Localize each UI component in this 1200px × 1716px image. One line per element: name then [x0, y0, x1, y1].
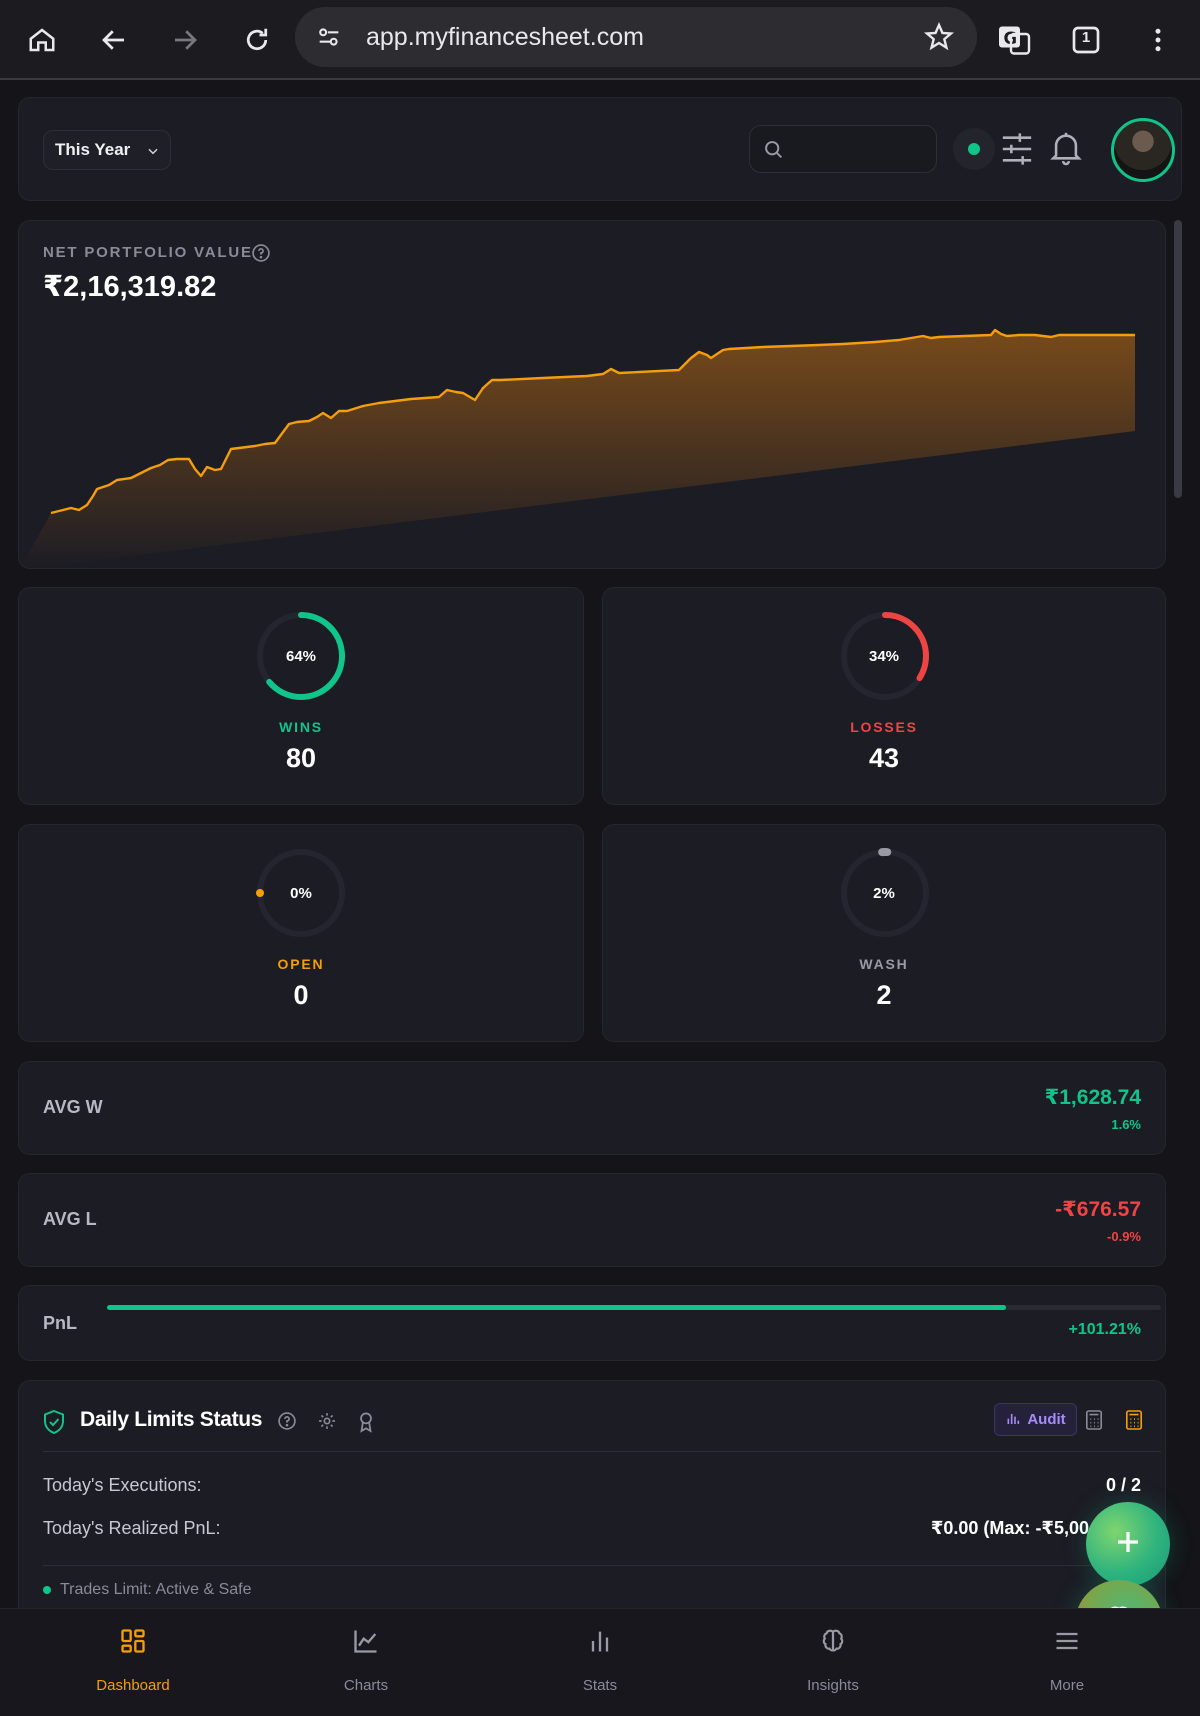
search-input[interactable]: [749, 125, 937, 173]
stats-icon: [586, 1627, 614, 1660]
bar-chart-icon: [1005, 1410, 1021, 1430]
filter-sliders-icon[interactable]: [1000, 130, 1034, 173]
open-pct: 0%: [290, 885, 312, 902]
portfolio-area: [19, 330, 1135, 570]
menu-icon: [1053, 1627, 1081, 1660]
period-select[interactable]: This Year: [43, 130, 171, 170]
realized-pnl-value: ₹0.00 (Max: -₹5,00: [930, 1518, 1089, 1538]
bookmark-star-icon[interactable]: [923, 21, 955, 58]
browser-toolbar: app.myfinancesheet.com G 1: [0, 0, 1200, 80]
status-dot: [968, 143, 980, 155]
wash-pct: 2%: [873, 885, 895, 902]
losses-label: LOSSES: [850, 719, 918, 735]
executions-label: Today's Executions:: [43, 1475, 202, 1495]
nav-stats[interactable]: Stats: [520, 1609, 680, 1716]
avg-win-label: AVG W: [43, 1097, 103, 1117]
plus-icon: [1113, 1527, 1143, 1562]
losses-value: 43: [868, 743, 900, 773]
calculator-icon[interactable]: [1085, 1409, 1103, 1436]
gear-icon[interactable]: [317, 1411, 337, 1436]
losses-pct: 34%: [868, 648, 900, 665]
nav-charts[interactable]: Charts: [286, 1609, 446, 1716]
audit-label: Audit: [1027, 1411, 1066, 1428]
help-icon[interactable]: [277, 1411, 297, 1436]
nav-label: More: [1049, 1677, 1085, 1694]
nav-dashboard[interactable]: Dashboard: [53, 1609, 213, 1716]
reload-icon[interactable]: [235, 18, 279, 62]
tab-switcher-icon[interactable]: 1: [1064, 18, 1108, 62]
period-select-label: This Year: [55, 140, 131, 159]
scrollbar-thumb[interactable]: [1174, 220, 1182, 498]
avg-loss-row: AVG L -₹676.57 -0.9%: [18, 1173, 1166, 1267]
search-icon: [763, 139, 784, 165]
pnl-label: PnL: [43, 1313, 77, 1333]
wins-pct: 64%: [285, 648, 317, 665]
avg-win-row: AVG W ₹1,628.74 1.6%: [18, 1061, 1166, 1155]
translate-icon[interactable]: G: [992, 18, 1036, 62]
avg-loss-amount: -₹676.57: [1055, 1198, 1141, 1221]
losses-tile[interactable]: 34% LOSSES 43: [602, 587, 1166, 805]
url-text: app.myfinancesheet.com: [366, 23, 644, 51]
bell-icon[interactable]: [1049, 128, 1083, 171]
wash-label: WASH: [859, 956, 909, 972]
open-value: 0: [293, 980, 309, 1010]
browser-menu-icon[interactable]: [1136, 18, 1180, 62]
dashboard-icon: [119, 1627, 147, 1660]
trades-limit-status: Trades Limit: Active & Safe: [43, 1581, 251, 1599]
nav-insights[interactable]: Insights: [753, 1609, 913, 1716]
forward-icon[interactable]: [163, 18, 207, 62]
pnl-progress-track: [107, 1305, 1161, 1310]
divider: [43, 1451, 1161, 1452]
nav-more[interactable]: More: [987, 1609, 1147, 1716]
avg-win-pct: 1.6%: [1111, 1117, 1141, 1132]
shield-check-icon: [42, 1409, 66, 1440]
status-dot: [43, 1586, 51, 1594]
portfolio-card: NET PORTFOLIO VALUE ₹2,16,319.82: [18, 220, 1166, 570]
wash-value: 2: [876, 980, 892, 1010]
pnl-row: PnL +101.21%: [18, 1285, 1166, 1361]
nav-label: Insights: [807, 1677, 859, 1694]
bottom-nav: Dashboard Charts Stats Insights More: [0, 1608, 1200, 1716]
chevron-down-icon: [146, 143, 160, 163]
avg-loss-pct: -0.9%: [1107, 1229, 1141, 1244]
address-bar[interactable]: app.myfinancesheet.com: [295, 7, 977, 67]
chart-icon: [352, 1627, 380, 1660]
open-label: OPEN: [277, 956, 325, 972]
audit-button[interactable]: Audit: [994, 1403, 1077, 1436]
app-header: This Year: [18, 97, 1182, 201]
executions-value: 0 / 2: [1105, 1475, 1141, 1495]
nav-label: Charts: [343, 1677, 389, 1694]
trades-limit-text: Trades Limit: Active & Safe: [60, 1581, 252, 1598]
daily-limits-card: Daily Limits Status Audit Today's Execut…: [18, 1380, 1166, 1620]
add-button[interactable]: [1086, 1502, 1170, 1586]
wins-tile[interactable]: 64% WINS 80: [18, 587, 584, 805]
avatar[interactable]: [1111, 118, 1175, 182]
wins-label: WINS: [279, 719, 323, 735]
avg-loss-label: AVG L: [43, 1209, 97, 1229]
connection-status: [953, 128, 995, 170]
calculator-orange-icon[interactable]: [1125, 1409, 1143, 1436]
back-icon[interactable]: [92, 18, 136, 62]
divider: [43, 1565, 1161, 1566]
brain-icon: [819, 1627, 847, 1660]
portfolio-line-chart: [19, 328, 1135, 570]
tab-count: 1: [1081, 29, 1091, 46]
avg-win-amount: ₹1,628.74: [1044, 1086, 1141, 1109]
daily-limits-title: Daily Limits Status: [80, 1408, 263, 1431]
award-icon[interactable]: [357, 1411, 375, 1438]
realized-pnl-label: Today's Realized PnL:: [43, 1518, 221, 1538]
nav-label: Stats: [582, 1677, 618, 1694]
pnl-progress-fill: [107, 1305, 1007, 1310]
wins-value: 80: [285, 743, 317, 773]
pnl-pct: +101.21%: [1068, 1321, 1141, 1338]
wash-tile[interactable]: 2% WASH 2: [602, 824, 1166, 1042]
home-icon[interactable]: [20, 18, 64, 62]
nav-label: Dashboard: [96, 1677, 170, 1694]
open-tile[interactable]: 0% OPEN 0: [18, 824, 584, 1042]
site-settings-icon[interactable]: [315, 23, 343, 56]
